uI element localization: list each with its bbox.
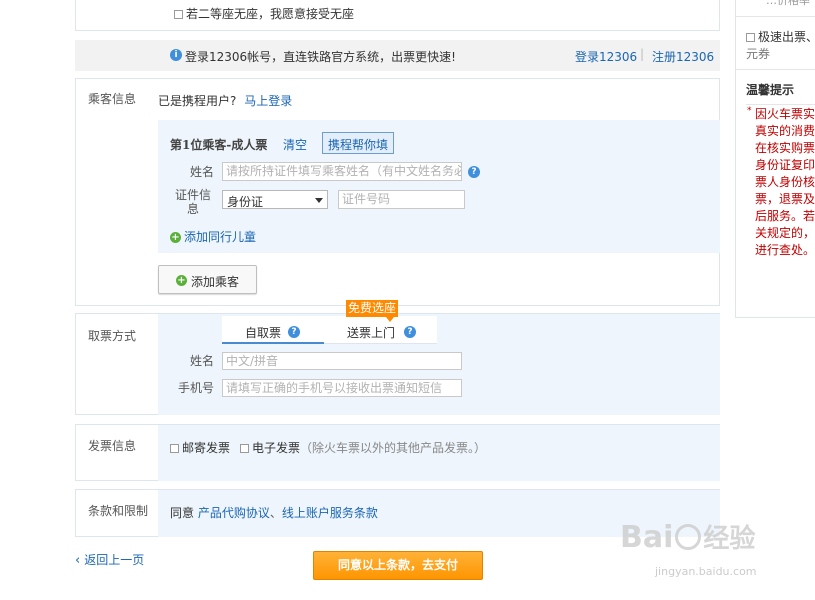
watermark-brand2: 经验	[703, 524, 756, 554]
passenger-card: 第1位乘客-成人票 清空 携程帮你填 姓名 请按所持证件填写乘客姓名（有中文姓名…	[158, 120, 720, 253]
member-login-row: 已是携程用户? 马上登录	[158, 92, 292, 109]
invoice-section: 发票信息 邮寄发票 电子发票（除火车票以外的其他产品发票。）	[75, 424, 720, 481]
speed-line2: 元券	[746, 47, 771, 61]
passenger-section: 乘客信息 已是携程用户? 马上登录 第1位乘客-成人票 清空 携程帮你填 姓名 …	[75, 78, 720, 306]
mail-invoice-option[interactable]: 邮寄发票	[170, 439, 230, 456]
baidu-watermark: Bai 经验	[620, 518, 755, 555]
invoice-note: （除火车票以外的其他产品发票。）	[300, 441, 487, 455]
no-seat-checkbox[interactable]	[174, 10, 183, 19]
e-invoice-checkbox[interactable]	[240, 444, 249, 453]
tab-delivery-label: 送票上门	[347, 326, 396, 340]
login-info-bar: i 登录12306帐号，直连铁路官方系统，出票更快速! 登录12306 | 注册…	[75, 40, 720, 71]
pay-button-label: 同意以上条款，去支付	[337, 558, 458, 572]
speed-option[interactable]: 极速出票、	[746, 28, 815, 45]
mail-invoice-label: 邮寄发票	[182, 441, 231, 455]
info-icon: i	[170, 49, 182, 61]
terms-section-label: 条款和限制	[88, 504, 149, 518]
pickup-name-label: 姓名	[189, 354, 214, 368]
tips-line: 票人身份核	[755, 175, 815, 189]
invoice-panel: 邮寄发票 电子发票（除火车票以外的其他产品发票。）	[158, 425, 720, 481]
delivery-help-icon[interactable]: ?	[404, 326, 416, 338]
sidebar-top-partial: …价格率	[766, 0, 810, 7]
autofill-button[interactable]: 携程帮你填	[322, 132, 395, 154]
pickup-phone-input[interactable]: 请填写正确的手机号以接收出票通知短信	[222, 379, 462, 397]
add-child-link[interactable]: + 添加同行儿童	[170, 228, 256, 245]
back-link-label: 返回上一页	[84, 553, 145, 567]
speed-line1: 极速出票、	[758, 30, 815, 44]
no-seat-option[interactable]: 若二等座无座，我愿意接受无座	[174, 5, 354, 22]
login-info-text: 登录12306帐号，直连铁路官方系统，出票更快速!	[185, 50, 456, 64]
self-pickup-help-icon[interactable]: ?	[288, 326, 300, 338]
tips-line: 关规定的，	[755, 226, 815, 240]
seat-section: 若二等座无座，我愿意接受无座	[75, 0, 720, 31]
asterisk: *	[747, 106, 752, 116]
clear-passenger-link[interactable]: 清空	[283, 136, 307, 153]
tips-line: 进行查处。	[755, 243, 815, 257]
tab-delivery[interactable]: 送票上门 ?	[324, 316, 437, 344]
id-type-selected: 身份证	[227, 195, 264, 209]
tips-line: 身份证复印	[755, 158, 815, 172]
tips-line: 在核实购票	[755, 141, 815, 155]
passenger-name-label: 姓名	[189, 165, 214, 179]
badge-pointer	[386, 317, 394, 322]
terms-separator: 、	[269, 506, 282, 520]
watermark-url: jingyan.baidu.com	[655, 565, 757, 578]
tab-self-label: 自取票	[245, 326, 282, 340]
passenger-name-input[interactable]: 请按所持证件填写乘客姓名（有中文姓名务必填写中文）	[222, 162, 462, 181]
paw-icon	[675, 524, 702, 550]
sidebar-divider-2	[736, 69, 815, 70]
tips-line: 真实的消费	[755, 124, 815, 138]
id-number-input[interactable]: 证件号码	[338, 190, 465, 209]
member-prompt: 已是携程用户?	[158, 94, 237, 108]
watermark-brand: Bai	[620, 520, 674, 555]
free-seat-badge: 免费选座	[346, 300, 399, 317]
tips-line: 后服务。若	[755, 209, 815, 223]
id-type-select[interactable]: 身份证	[222, 190, 328, 209]
pickup-name-input[interactable]: 中文/拼音	[222, 352, 462, 370]
free-seat-badge-text: 免费选座	[348, 301, 397, 315]
tips-text: 因火车票实 真实的消费 在核实购票 身份证复印 票人身份核 票，退票及 后服务。…	[755, 106, 815, 259]
tips-line: 因火车票实	[755, 107, 815, 121]
pickup-section-label: 取票方式	[88, 329, 137, 343]
chevron-left-icon: ‹	[75, 553, 81, 568]
pickup-section: 取票方式 自取票 ? 送票上门 ? 姓名 中文/拼音 手机号 请填写正确的手机号…	[75, 313, 720, 415]
pickup-panel: 自取票 ? 送票上门 ? 姓名 中文/拼音 手机号 请填写正确的手机号以接收出票…	[158, 314, 720, 415]
mail-invoice-checkbox[interactable]	[170, 444, 179, 453]
e-invoice-label: 电子发票	[252, 441, 301, 455]
plus-circle-icon: +	[176, 275, 187, 286]
purchase-agreement-link[interactable]: 产品代购协议	[198, 506, 270, 520]
terms-agree-text: 同意	[170, 506, 195, 520]
no-seat-label: 若二等座无座，我愿意接受无座	[186, 7, 355, 21]
passenger-card-title: 第1位乘客-成人票	[170, 138, 268, 152]
tips-line: 票，退票及	[755, 192, 815, 206]
member-login-link[interactable]: 马上登录	[244, 94, 292, 108]
add-passenger-button[interactable]: + 添加乘客	[158, 265, 257, 294]
tips-title-rule	[746, 104, 815, 105]
invoice-section-label: 发票信息	[88, 439, 137, 453]
id-info-label: 证件信 息	[174, 188, 211, 216]
back-link[interactable]: ‹ 返回上一页	[75, 551, 144, 568]
passenger-section-label: 乘客信息	[88, 92, 137, 106]
online-account-terms-link[interactable]: 线上账户服务条款	[282, 506, 378, 520]
add-child-label: 添加同行儿童	[184, 230, 257, 244]
tab-self-pickup[interactable]: 自取票 ?	[222, 316, 324, 344]
chevron-down-icon	[315, 198, 323, 203]
tips-title: 温馨提示	[746, 83, 795, 97]
speed-checkbox[interactable]	[746, 33, 755, 42]
link-separator: |	[640, 47, 645, 61]
pickup-phone-label: 手机号	[177, 381, 214, 395]
e-invoice-option[interactable]: 电子发票（除火车票以外的其他产品发票。）	[240, 439, 486, 456]
register-12306-link[interactable]: 注册12306	[652, 48, 714, 65]
sidebar-divider	[736, 16, 815, 17]
terms-row: 同意 产品代购协议、线上账户服务条款	[170, 504, 378, 521]
plus-circle-icon: +	[170, 232, 181, 243]
add-passenger-label: 添加乘客	[191, 275, 240, 289]
pay-button[interactable]: 同意以上条款，去支付	[313, 551, 483, 580]
name-help-icon[interactable]: ?	[468, 166, 480, 178]
right-sidebar: …价格率 极速出票、 元券 温馨提示 * 因火车票实 真实的消费 在核实购票 身…	[735, 0, 815, 318]
login-12306-link[interactable]: 登录12306	[575, 48, 637, 65]
